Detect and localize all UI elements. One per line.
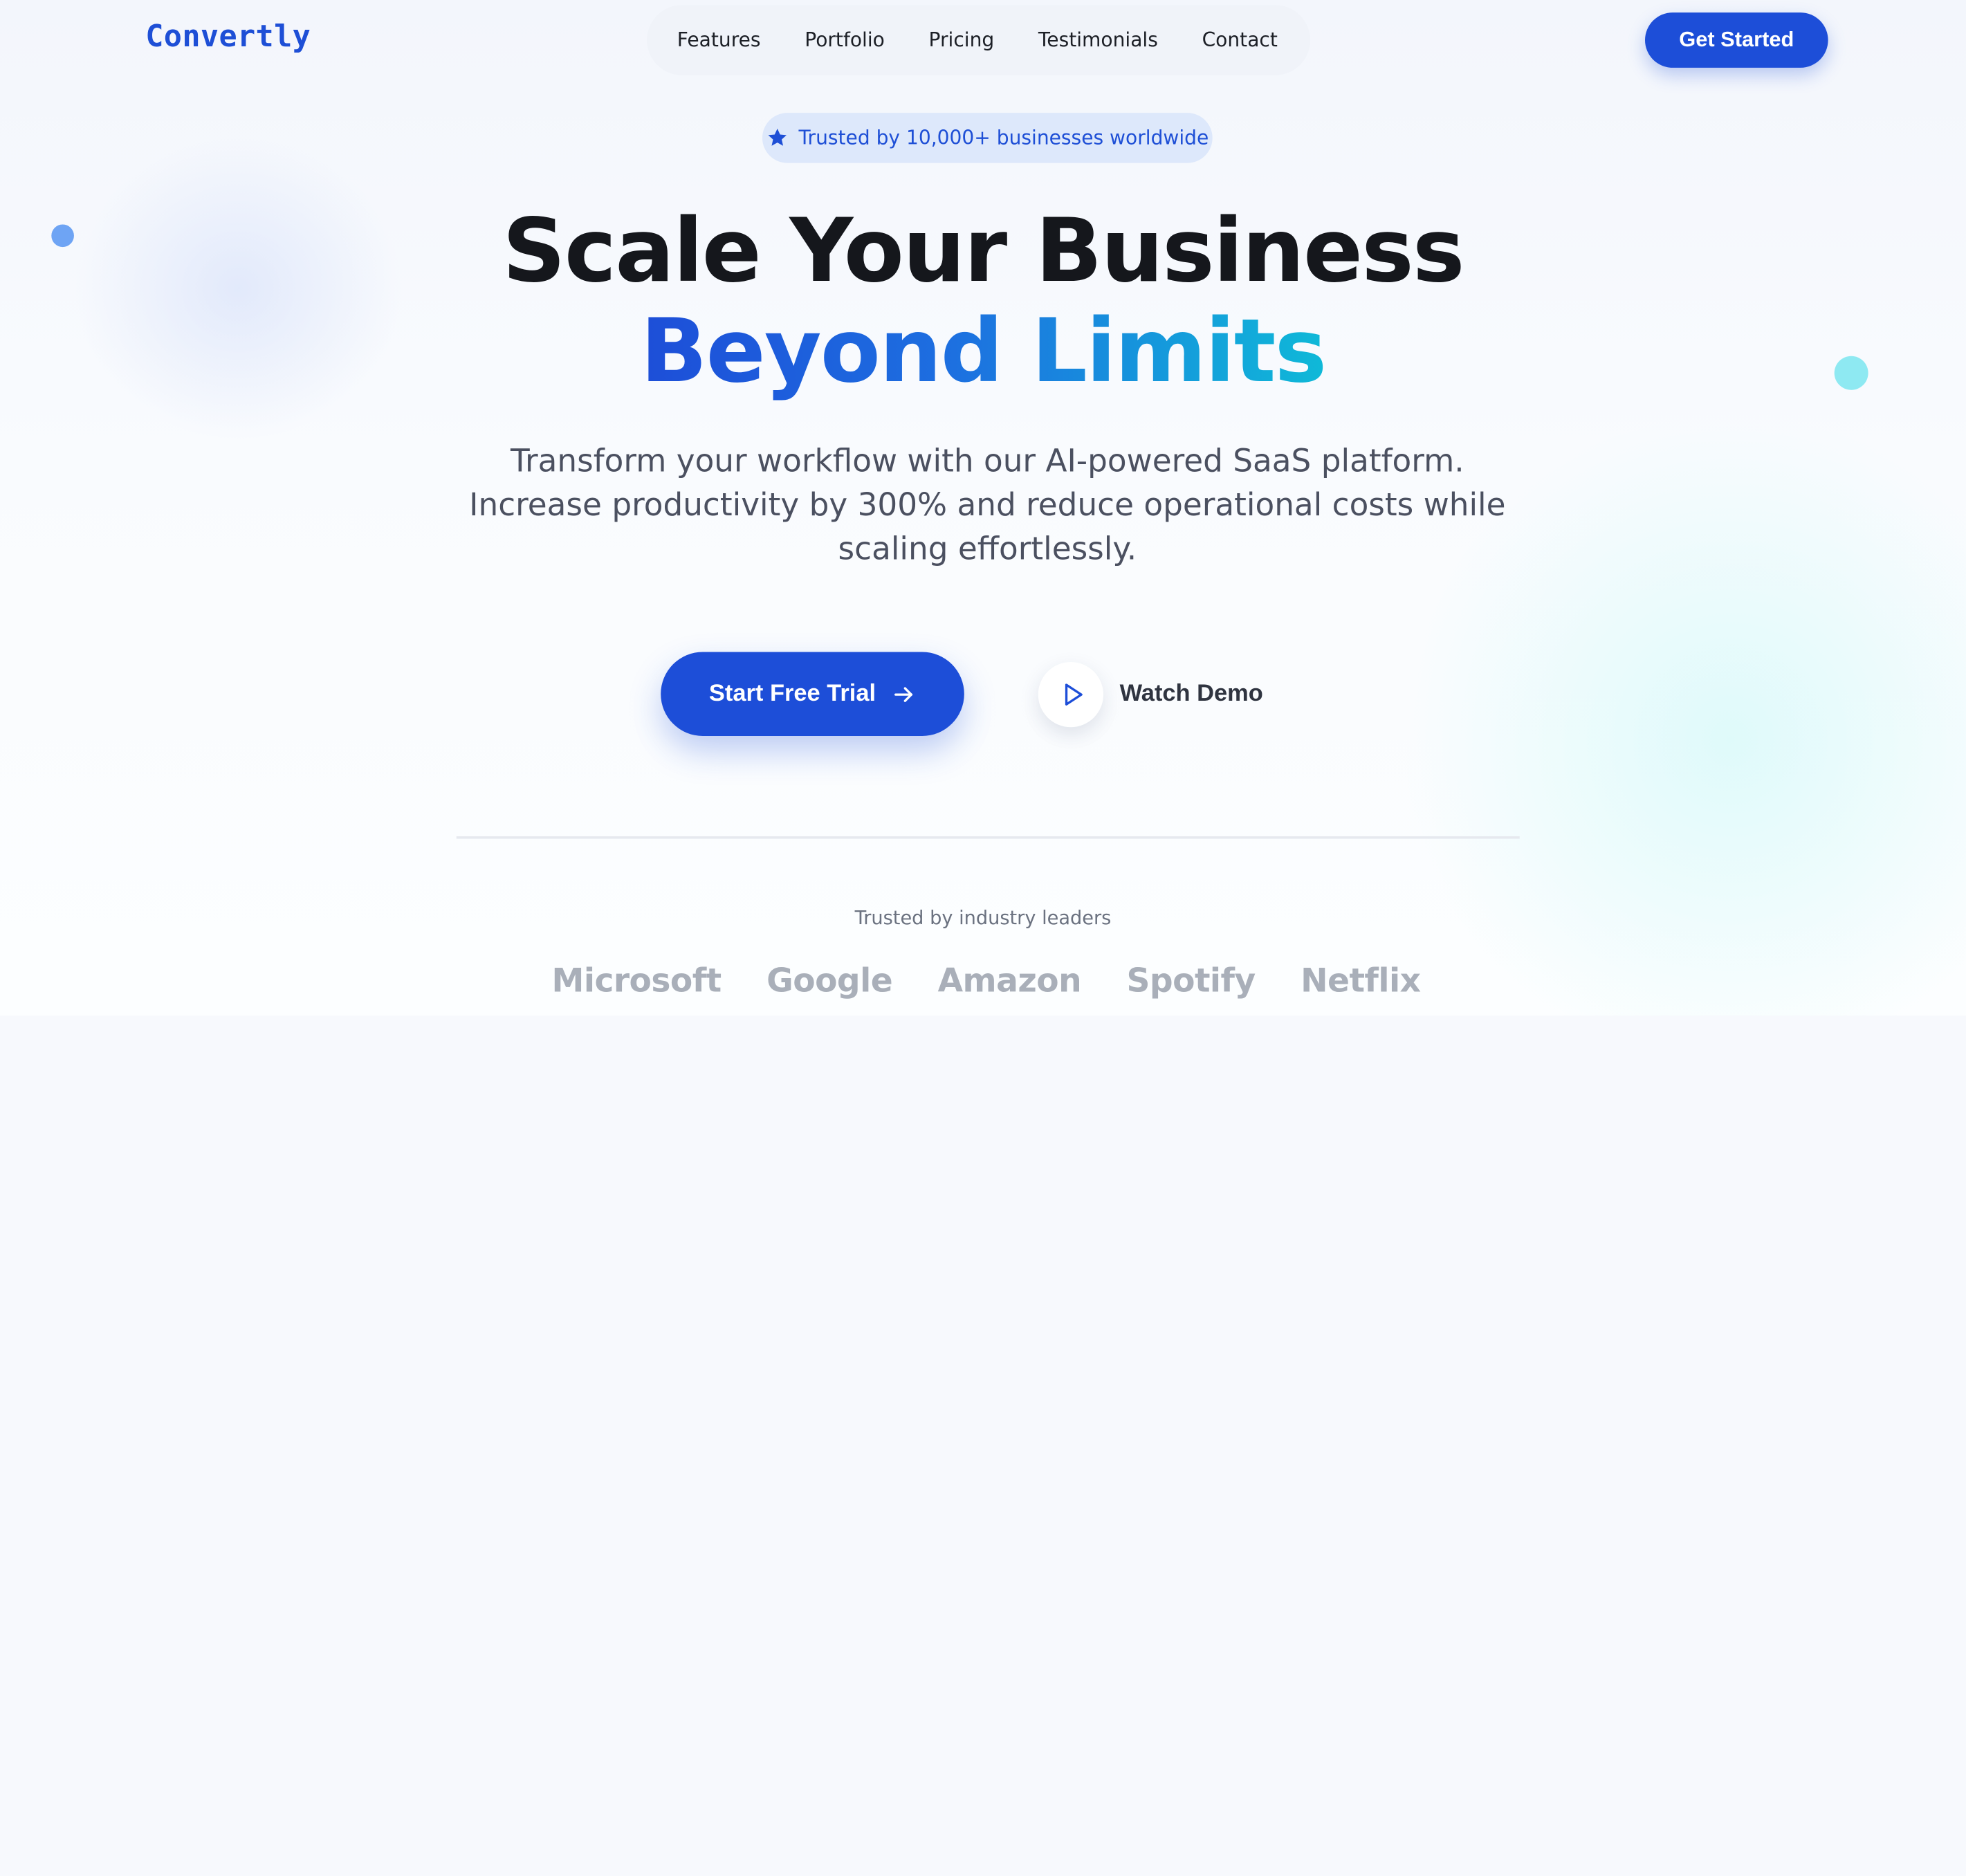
partner-logos: Microsoft Google Amazon Spotify Netflix — [551, 963, 1422, 1001]
partner-logo-microsoft: Microsoft — [551, 963, 722, 1001]
play-button-circle[interactable] — [1038, 662, 1103, 728]
brand-logo[interactable]: Convertly — [145, 19, 311, 54]
trust-badge: Trusted by 10,000+ businesses worldwide — [762, 113, 1213, 163]
page: Convertly Features Portfolio Pricing Tes… — [0, 0, 1966, 1876]
hero-subtitle: Transform your workflow with our AI-powe… — [469, 442, 1506, 567]
partner-logo-spotify: Spotify — [1126, 963, 1256, 1001]
play-icon — [1055, 681, 1086, 708]
nav-link-features[interactable]: Features — [677, 29, 761, 52]
hero-headline: Scale Your Business Beyond Limits — [0, 201, 1966, 401]
partner-logo-google: Google — [766, 963, 893, 1001]
headline-line-1: Scale Your Business — [502, 199, 1464, 302]
nav-link-contact[interactable]: Contact — [1202, 29, 1278, 52]
nav-link-testimonials[interactable]: Testimonials — [1038, 29, 1158, 52]
watch-demo-button[interactable]: Watch Demo — [1031, 662, 1271, 728]
start-free-trial-button[interactable]: Start Free Trial — [661, 652, 964, 736]
partner-logo-netflix: Netflix — [1301, 963, 1421, 1001]
hero-section: Convertly Features Portfolio Pricing Tes… — [0, 0, 1966, 1016]
headline-line-2: Beyond Limits — [640, 300, 1327, 403]
arrow-right-icon — [891, 681, 916, 706]
get-started-button[interactable]: Get Started — [1645, 12, 1828, 68]
star-icon — [766, 127, 789, 149]
section-divider — [456, 836, 1520, 839]
nav-link-pricing[interactable]: Pricing — [929, 29, 995, 52]
nav-link-portfolio[interactable]: Portfolio — [805, 29, 885, 52]
start-free-trial-label: Start Free Trial — [708, 680, 876, 707]
partner-logo-amazon: Amazon — [937, 963, 1082, 1001]
trust-badge-text: Trusted by 10,000+ businesses worldwide — [798, 127, 1209, 149]
main-nav: Features Portfolio Pricing Testimonials … — [647, 5, 1311, 75]
trusted-by-label: Trusted by industry leaders — [854, 906, 1112, 930]
watch-demo-label: Watch Demo — [1119, 681, 1263, 708]
